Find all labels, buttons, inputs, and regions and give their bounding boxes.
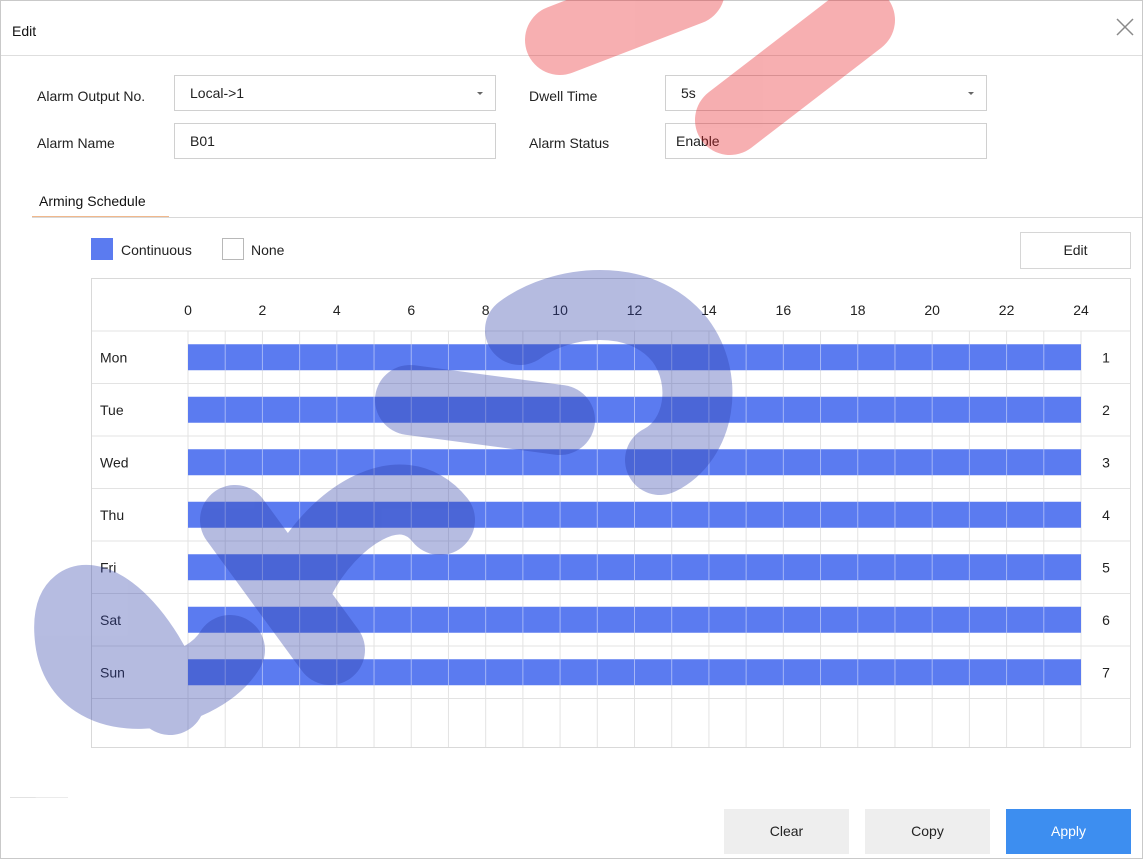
day-label: Sun (100, 664, 125, 680)
alarm-output-value: Local->1 (190, 85, 245, 101)
copy-button[interactable]: Copy (865, 809, 990, 854)
hour-tick-label: 0 (184, 302, 192, 318)
hour-tick-label: 18 (850, 302, 866, 318)
alarm-name-label: Alarm Name (37, 135, 115, 151)
chevron-down-icon (968, 92, 974, 95)
day-label: Sat (100, 612, 121, 628)
alarm-status-label: Alarm Status (529, 135, 610, 151)
alarm-name-value: B01 (190, 133, 215, 149)
dialog-title: Edit (12, 23, 37, 39)
dwell-time-select[interactable]: 5s (665, 75, 987, 111)
day-index: 2 (1102, 402, 1110, 418)
continuous-label: Continuous (121, 242, 192, 258)
day-label: Fri (100, 559, 116, 575)
day-index: 1 (1102, 349, 1110, 365)
continuous-swatch[interactable] (91, 238, 113, 260)
schedule-edit-button[interactable]: Edit (1020, 232, 1131, 269)
close-icon[interactable] (1113, 15, 1137, 39)
hour-tick-label: 4 (333, 302, 341, 318)
day-index: 4 (1102, 507, 1110, 523)
hour-tick-label: 10 (552, 302, 568, 318)
hour-tick-label: 6 (407, 302, 415, 318)
day-index: 3 (1102, 454, 1110, 470)
alarm-output-select[interactable]: Local->1 (174, 75, 496, 111)
day-index: 7 (1102, 664, 1110, 680)
schedule-grid-canvas[interactable]: 0 2 4 6 8 10 12 14 16 18 20 22 24Mon 1Tue 2Wed 3Thu 4Fri… (92, 279, 1130, 747)
dwell-time-label: Dwell Time (529, 88, 598, 104)
alarm-status-value: Enable (676, 133, 720, 149)
alarm-status-field: Enable (665, 123, 987, 159)
hour-tick-label: 2 (259, 302, 267, 318)
hour-tick-label: 24 (1073, 302, 1089, 318)
hour-tick-label: 12 (627, 302, 643, 318)
hour-tick-label: 14 (701, 302, 717, 318)
hour-tick-label: 8 (482, 302, 490, 318)
day-index: 5 (1102, 559, 1110, 575)
none-label: None (251, 242, 285, 258)
dialog-titlebar: Edit (1, 1, 1142, 56)
edit-dialog: Edit Alarm Output No. Local->1 Dwell Tim… (0, 0, 1143, 859)
day-label: Mon (100, 349, 127, 365)
clear-button[interactable]: Clear (724, 809, 849, 854)
hour-tick-label: 16 (776, 302, 792, 318)
chevron-down-icon (477, 92, 483, 95)
hour-tick-label: 22 (999, 302, 1015, 318)
tab-arming-schedule[interactable]: Arming Schedule (32, 193, 153, 217)
apply-button[interactable]: Apply (1006, 809, 1131, 854)
dwell-time-value: 5s (681, 85, 696, 101)
tab-divider (32, 217, 1142, 218)
schedule-grid[interactable]: 0 2 4 6 8 10 12 14 16 18 20 22 24 Mon 1 Tue 2 Wed 3 Thu 4 Fri… (91, 278, 1131, 748)
day-label: Thu (100, 507, 124, 523)
hour-tick-label: 20 (924, 302, 940, 318)
day-index: 6 (1102, 612, 1110, 628)
none-swatch[interactable] (222, 238, 244, 260)
alarm-output-label: Alarm Output No. (37, 88, 146, 104)
divider (10, 797, 68, 798)
alarm-name-input[interactable]: B01 (174, 123, 496, 159)
day-label: Tue (100, 402, 124, 418)
day-label: Wed (100, 454, 129, 470)
